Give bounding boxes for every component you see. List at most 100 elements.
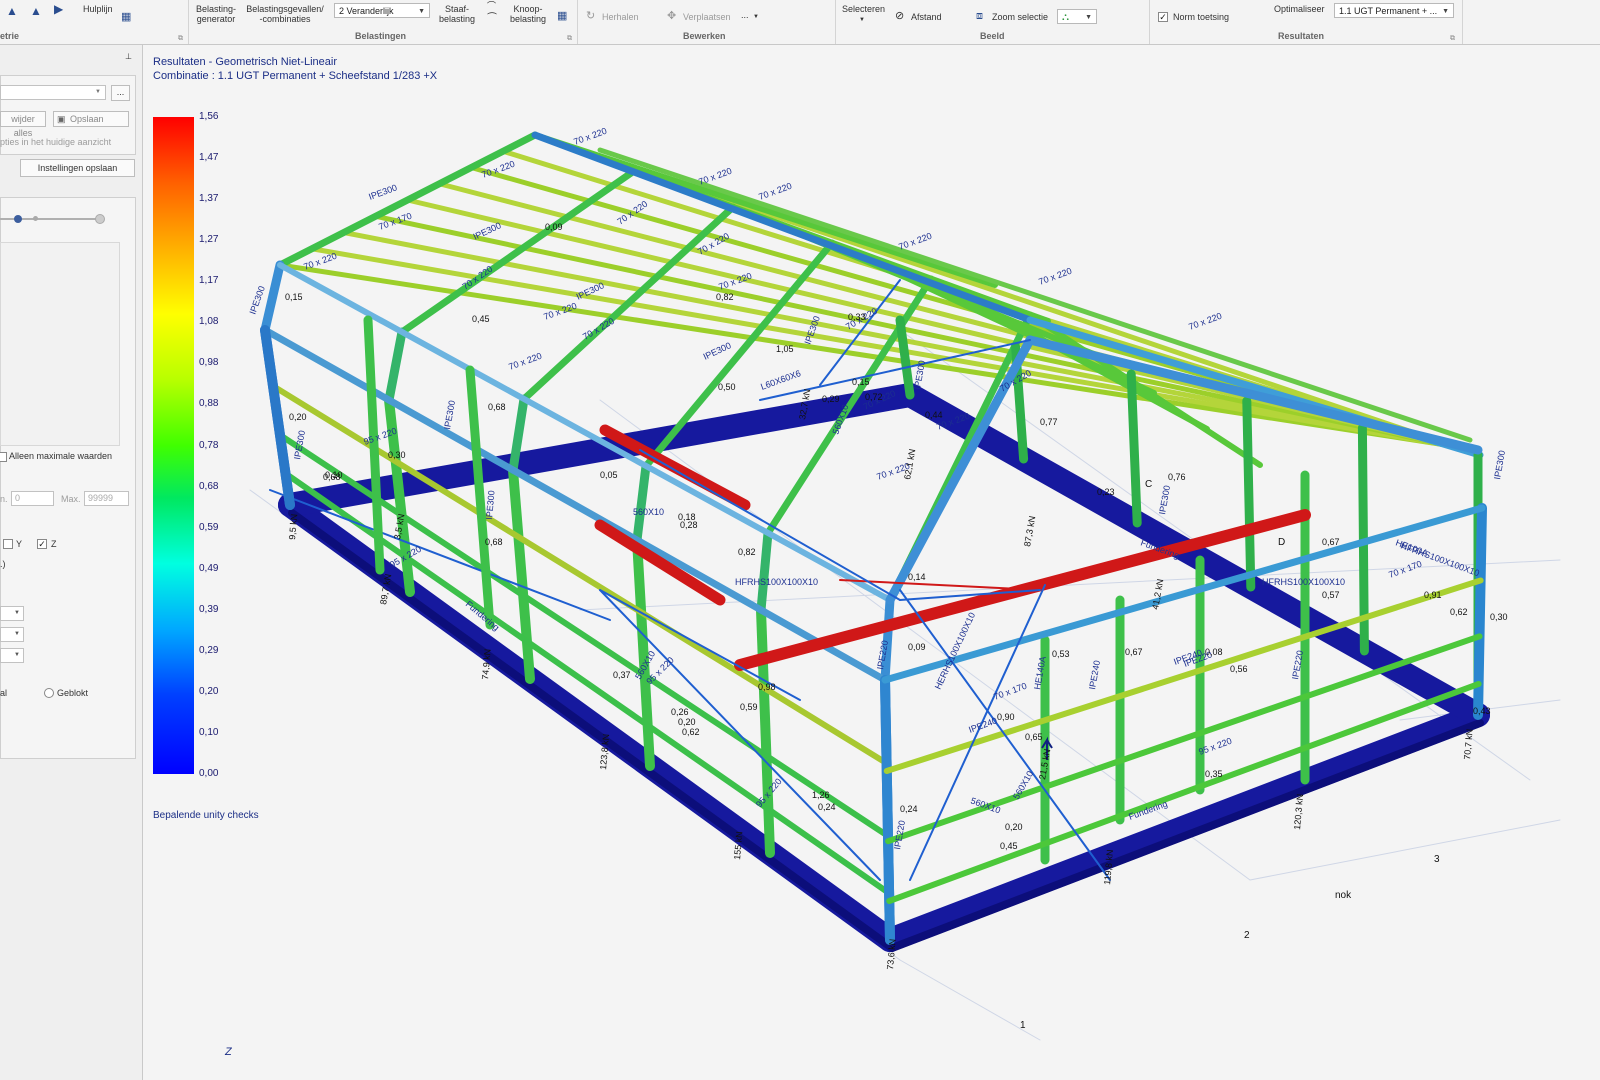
unity-value: 0,09 [545, 222, 563, 232]
reaction-label: 73,6 kN [885, 938, 898, 970]
grid-line [899, 959, 1041, 1041]
unity-value: 1,05 [776, 344, 794, 354]
profile-label: HFRHS100X100X10 [1262, 577, 1345, 587]
unity-value: 0,65 [1025, 732, 1043, 742]
reaction-label: 155 kN [732, 831, 744, 860]
unity-value: 0,24 [818, 802, 836, 812]
steel-structure-model[interactable]: IPE300 IPE300 IPE300 IPE300 IPE300 IPE300 IPE3… [0, 0, 1600, 1080]
unity-value: 0,08 [1205, 647, 1223, 657]
back-column [1242, 396, 1256, 592]
unity-value: 0,14 [908, 572, 926, 582]
profile-label: IPE300 [702, 340, 733, 362]
profile-label: IPE300 [1157, 485, 1172, 516]
grid-axis-label: nok [1335, 890, 1352, 901]
grid-axis-label: 1 [1020, 1020, 1026, 1031]
profile-label: Fundering [1127, 799, 1169, 822]
unity-value: 0,53 [1052, 649, 1070, 659]
profile-label: HE100A [1394, 537, 1429, 558]
unity-value: 0,33 [848, 312, 866, 322]
profile-label: IPE300 [442, 400, 457, 431]
unity-value: 0,90 [997, 712, 1015, 722]
profile-label: IPE300 [1492, 450, 1507, 481]
unity-value: 0,62 [1450, 607, 1468, 617]
unity-value: 0,50 [718, 382, 736, 392]
haunch [632, 461, 651, 545]
unity-value: 0,23 [1097, 487, 1115, 497]
unity-value: 0,09 [908, 642, 926, 652]
profile-label: 70 x 220 [1187, 311, 1223, 332]
unity-value: 0,98 [758, 682, 776, 692]
reaction-label: 87,3 kN [1022, 515, 1037, 547]
unity-value: 0,68 [488, 402, 506, 412]
unity-value: 0,59 [740, 702, 758, 712]
unity-value: 0,45 [472, 314, 490, 324]
unity-value: 0,20 [678, 717, 696, 727]
gable-girt [886, 680, 1482, 904]
haunch [384, 327, 407, 405]
column [508, 465, 535, 684]
unity-value: 0,91 [1424, 590, 1442, 600]
reaction-label: 41,2 kN [1150, 578, 1165, 610]
unity-value: 1,26 [812, 790, 830, 800]
bracing [899, 589, 1111, 881]
bracing [819, 279, 901, 386]
profile-label: 70 x 170 [1387, 559, 1423, 580]
unity-value: 0,30 [1490, 612, 1508, 622]
unity-value: 0,76 [1168, 472, 1186, 482]
grid-axis-label: 2 [1244, 930, 1250, 941]
unity-value: 0,15 [285, 292, 303, 302]
unity-value: 0,68 [485, 537, 503, 547]
profile-label: 70 x 220 [581, 316, 616, 342]
wall-girt [277, 432, 891, 839]
unity-value: 0,35 [1205, 769, 1223, 779]
haunch [756, 528, 773, 615]
reaction-label: 123,8 kN [598, 733, 611, 770]
profile-label: HFRHS100X100X10 [735, 577, 818, 587]
foundation-shadow [888, 719, 1484, 952]
foundation-beam [878, 703, 1490, 952]
unity-value: 0,29 [822, 394, 840, 404]
profile-label: IPE300 [484, 490, 497, 520]
unity-value: 0,44 [925, 410, 943, 420]
unity-value: 0,15 [852, 377, 870, 387]
reaction-label: 70,7 kN [1462, 728, 1475, 760]
profile-label: L60X60X6 [759, 368, 802, 392]
reaction-label: 74,9 kN [480, 648, 493, 680]
profile-label: 70 x 220 [572, 126, 608, 147]
unity-value: 0,05 [600, 470, 618, 480]
profile-label: 70 x 220 [757, 181, 793, 202]
unity-value: 0,10 [325, 470, 343, 480]
unity-value: 0,28 [680, 520, 698, 530]
profile-label: 70 x 220 [615, 199, 649, 227]
unity-value: 0,82 [738, 547, 756, 557]
profile-label: IPE300 [292, 430, 307, 461]
unity-value: 0,72 [865, 392, 883, 402]
unity-value: 0,43 [1473, 706, 1491, 716]
unity-value: 0,67 [1125, 647, 1143, 657]
gable-column-left [260, 325, 295, 510]
unity-value: 0,77 [1040, 417, 1058, 427]
reaction-label: 21,5 kN [1037, 748, 1052, 780]
haunch [880, 595, 895, 685]
unity-value: 0,82 [716, 292, 734, 302]
reaction-label: 119,8 kN [1102, 849, 1115, 885]
grid-axis-label: D [1278, 537, 1285, 548]
unity-value: 0,37 [613, 670, 631, 680]
unity-value: 0,57 [1322, 590, 1340, 600]
profile-label: 70 x 220 [897, 231, 933, 252]
grid-axis-label: C [1145, 479, 1152, 490]
reaction-label: 9,5 kN [287, 513, 299, 540]
profile-label: 70 x 170 [992, 681, 1028, 702]
unity-value: 0,56 [1230, 664, 1248, 674]
unity-value: 0,20 [289, 412, 307, 422]
critical-beam [594, 519, 726, 606]
unity-value: 0,30 [388, 450, 406, 460]
grid-axis-label: 3 [1434, 854, 1440, 865]
unity-value: 0,26 [671, 707, 689, 717]
profile-label: 70 x 220 [507, 351, 543, 372]
roof-purlin [309, 246, 1481, 454]
profile-label: 70 x 220 [1037, 266, 1073, 287]
unity-value: 0,20 [1005, 822, 1023, 832]
unity-value: 0,45 [1000, 841, 1018, 851]
roof-purlin [341, 230, 1481, 454]
